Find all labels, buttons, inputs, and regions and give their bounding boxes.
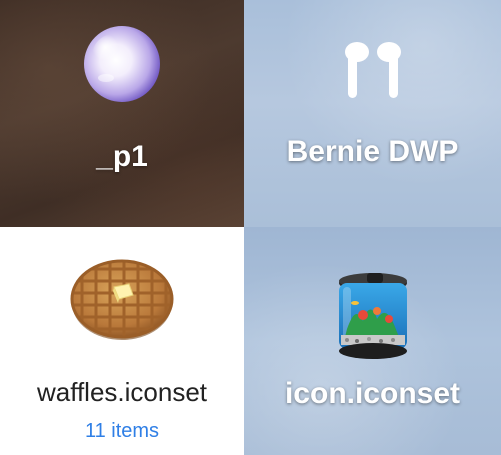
glossy-sphere-icon <box>80 22 164 111</box>
aquarium-icon <box>333 269 413 366</box>
airpods-icon <box>340 38 406 109</box>
item-label: waffles.iconset <box>36 377 208 407</box>
desktop-item-bernie-dwp[interactable]: Bernie DWP <box>244 0 501 227</box>
item-count-label: 11 items <box>84 420 160 442</box>
item-label: Bernie DWP <box>286 135 459 168</box>
desktop-item-waffles-iconset[interactable]: waffles.iconset 11 items <box>0 227 244 455</box>
desktop-item-icon-iconset[interactable]: icon.iconset <box>244 227 501 455</box>
icon-grid: _p1 Bernie DWP waffles.iconset 11 items … <box>0 0 501 455</box>
item-label: icon.iconset <box>284 377 461 410</box>
desktop-item-p1[interactable]: _p1 <box>0 0 244 227</box>
item-label: _p1 <box>96 140 148 173</box>
waffle-icon <box>69 257 175 348</box>
